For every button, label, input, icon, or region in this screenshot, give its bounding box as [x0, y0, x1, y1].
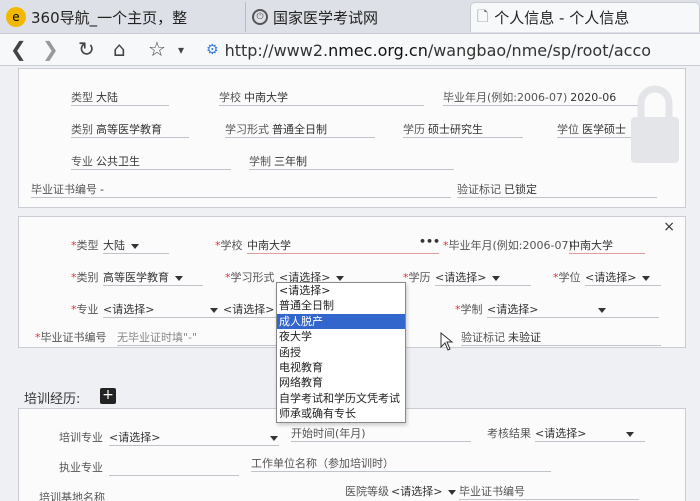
- label-category: *类别: [71, 271, 99, 284]
- field-duration: 学制 三年制: [249, 155, 307, 168]
- field-major: 专业 公共卫生: [71, 155, 140, 168]
- label-training-cert: 毕业证书编号: [459, 485, 525, 498]
- tab-nmec[interactable]: ⏻ 国家医学考试网: [245, 2, 470, 32]
- reload-icon[interactable]: ↻: [78, 37, 95, 61]
- training-title: 培训经历:: [24, 392, 81, 407]
- chevron-down-icon: [210, 307, 219, 313]
- tab-bar: e 360导航_一个主页，整 ⏻ 国家医学考试网 🗋 个人信息 - 个人信息: [0, 0, 700, 34]
- url-prefix: http://www2.: [224, 40, 329, 60]
- field-degree-level: 学历 硕士研究生: [403, 123, 483, 136]
- label-grad-date: *毕业年月(例如:2006-07): [443, 239, 573, 252]
- grad-date-input[interactable]: 中南大学: [569, 237, 613, 253]
- label-degree: *学位: [553, 271, 581, 284]
- tab-label: 360导航_一个主页，整: [31, 8, 188, 27]
- star-icon[interactable]: ☆: [148, 37, 166, 61]
- label-start-time: 开始时间(年月): [291, 427, 366, 440]
- close-icon[interactable]: ×: [663, 219, 675, 235]
- tab-360-nav[interactable]: e 360导航_一个主页，整: [0, 2, 245, 32]
- address-bar[interactable]: ⚙ http://www2. nmec.org.cn/wangbao/nme/sp…: [206, 38, 700, 62]
- dropdown-option[interactable]: 自学考试和学历文凭考试: [277, 391, 405, 406]
- hospital-level-select[interactable]: <请选择>: [391, 483, 457, 499]
- degree-level-select[interactable]: <请选择>: [435, 269, 501, 285]
- browser-window: e 360导航_一个主页，整 ⏻ 国家医学考试网 🗋 个人信息 - 个人信息 ❮…: [0, 0, 700, 501]
- field-grad-date: 毕业年月(例如:2006-07) 2020-06: [443, 91, 617, 104]
- navigation-bar: ❮ ❯ ↻ ⌂ ☆ ▾ ⚙ http://www2. nmec.org.cn/wa…: [0, 34, 700, 66]
- chevron-down-icon: [131, 243, 139, 249]
- chevron-down-icon: [598, 307, 607, 313]
- tab-personal-info[interactable]: 🗋 个人信息 - 个人信息: [470, 2, 700, 32]
- chevron-down-icon[interactable]: ▾: [178, 43, 184, 57]
- field-verify: 验证标记 已锁定: [457, 183, 537, 196]
- label-cert-no: *毕业证书编号: [35, 331, 107, 344]
- chevron-down-icon: [175, 275, 183, 281]
- label-type: *类型: [71, 239, 99, 252]
- label-duration: *学制: [455, 303, 483, 316]
- field-degree: 学位 医学硕士: [557, 123, 626, 136]
- category-select[interactable]: 高等医学教育: [103, 269, 183, 285]
- back-icon[interactable]: ❮: [10, 37, 27, 61]
- browser-360-icon: e: [6, 7, 26, 27]
- chevron-down-icon: [336, 275, 345, 281]
- field-cert-no: 毕业证书编号 -: [31, 183, 104, 196]
- dropdown-option[interactable]: 师承或确有专长: [277, 406, 405, 421]
- chevron-down-icon: [492, 275, 501, 281]
- education-record-readonly: 类型 大陆 学校 中南大学 毕业年月(例如:2006-07) 2020-06 类别 高等…: [18, 68, 686, 208]
- tab-label: 国家医学考试网: [273, 8, 379, 27]
- home-icon[interactable]: ⌂: [113, 37, 126, 61]
- label-school: *学校: [215, 239, 243, 252]
- label-job-major: 执业专业: [59, 461, 103, 474]
- chevron-down-icon: [270, 435, 279, 441]
- lock-watermark-icon: [631, 85, 679, 163]
- label-hospital-level: 医院等级: [345, 485, 389, 498]
- tab-label: 个人信息 - 个人信息: [494, 9, 630, 27]
- major-sub-select[interactable]: <请选择>: [223, 301, 274, 317]
- url-path: /wangbao/nme/sp/root/acco: [427, 40, 652, 60]
- major-select[interactable]: <请选择>: [103, 301, 219, 317]
- training-major-select[interactable]: <请选择>: [109, 429, 279, 445]
- dropdown-option[interactable]: 成人脱产: [277, 313, 405, 330]
- field-study-form: 学习形式 普通全日制: [225, 123, 327, 136]
- label-result: 考核结果: [487, 427, 531, 440]
- power-icon: ⏻: [252, 9, 268, 25]
- degree-select[interactable]: <请选择>: [585, 269, 651, 285]
- document-icon: 🗋: [477, 8, 489, 25]
- dropdown-option[interactable]: 夜大学: [277, 329, 405, 344]
- field-type: 类型 大陆: [71, 91, 118, 104]
- secure-site-icon: ⚙: [206, 42, 219, 58]
- field-category: 类别 高等医学教育: [71, 123, 162, 136]
- chevron-down-icon: [626, 431, 635, 437]
- label-training-major: 培训专业: [59, 431, 103, 444]
- dropdown-option[interactable]: 电视教育: [277, 360, 405, 375]
- add-training-button[interactable]: +: [100, 388, 116, 404]
- label-base: 培训基地名称: [39, 491, 105, 501]
- school-search-button[interactable]: •••: [419, 235, 440, 248]
- dropdown-option[interactable]: 网络教育: [277, 375, 405, 390]
- mouse-cursor-icon: [440, 332, 454, 351]
- label-work-unit: 工作单位名称（参加培训时）: [251, 457, 394, 470]
- label-major: *专业: [71, 303, 99, 316]
- school-input[interactable]: 中南大学: [247, 237, 291, 253]
- forward-icon[interactable]: ❯: [42, 37, 59, 61]
- cert-no-input[interactable]: 无毕业证时填"-": [117, 329, 197, 345]
- duration-select[interactable]: <请选择>: [487, 301, 607, 317]
- type-select[interactable]: 大陆: [103, 237, 139, 253]
- dropdown-option[interactable]: <请选择>: [277, 283, 405, 298]
- page-content: 类型 大陆 学校 中南大学 毕业年月(例如:2006-07) 2020-06 类别 高等…: [0, 66, 700, 501]
- dropdown-option[interactable]: 普通全日制: [277, 298, 405, 313]
- chevron-down-icon: [642, 275, 651, 281]
- result-select[interactable]: <请选择>: [535, 425, 635, 441]
- url-domain: nmec.org.cn: [328, 40, 428, 60]
- label-verify: 验证标记 未验证: [461, 331, 541, 344]
- dropdown-option[interactable]: 函授: [277, 345, 405, 360]
- chevron-down-icon: [448, 489, 457, 495]
- label-study-form: *学习形式: [225, 271, 275, 284]
- label-degree-level: *学历: [403, 271, 431, 284]
- study-form-dropdown: <请选择> 普通全日制 成人脱产 夜大学 函授 电视教育 网络教育 自学考试和学历文凭考试 师承…: [276, 282, 406, 423]
- field-school: 学校 中南大学: [219, 91, 288, 104]
